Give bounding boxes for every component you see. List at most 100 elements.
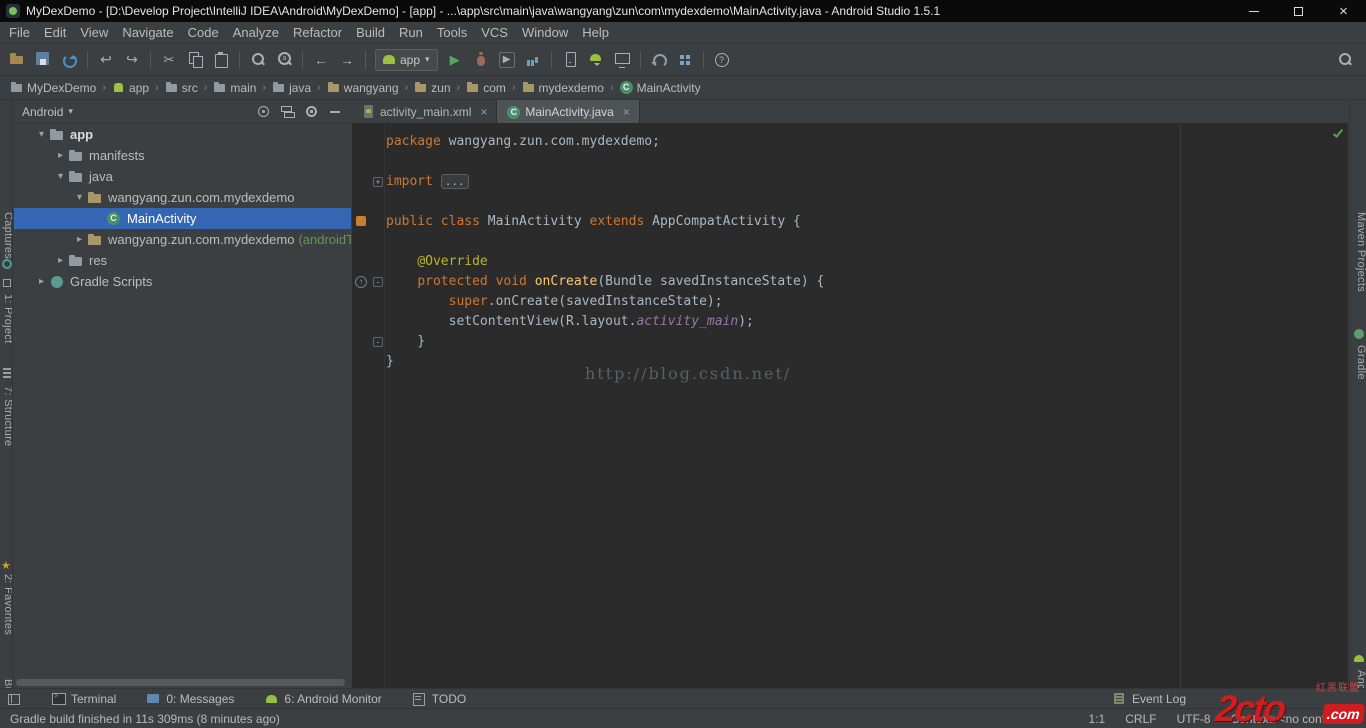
breadcrumb-item-mydexdemo[interactable]: MyDexDemo <box>8 81 98 95</box>
paste-icon[interactable] <box>209 48 233 72</box>
tree-row-wangyang-zun-com-mydexdemo-androidtest[interactable]: ▸wangyang.zun.com.mydexdemo (androidTest… <box>14 229 351 250</box>
project-view-selector[interactable]: Android <box>22 105 63 119</box>
code-line-12[interactable]: } <box>386 352 1348 372</box>
code-line-11[interactable]: } <box>386 332 1348 352</box>
menu-item-run[interactable]: Run <box>392 23 430 42</box>
tab-mainactivity-java[interactable]: MainActivity.java× <box>497 100 640 123</box>
tree-row-res[interactable]: ▸res <box>14 250 351 271</box>
breadcrumb-item-src[interactable]: src <box>163 81 200 95</box>
tree-chevron-icon[interactable]: ▸ <box>72 234 87 245</box>
forward-icon[interactable] <box>335 48 359 72</box>
back-icon[interactable] <box>309 48 333 72</box>
line-separator-indicator[interactable]: CRLF <box>1125 712 1156 726</box>
tool-button-switcher[interactable] <box>6 691 21 706</box>
avd-manager-icon[interactable] <box>558 48 582 72</box>
save-icon[interactable] <box>31 48 55 72</box>
close-icon[interactable]: × <box>623 105 630 119</box>
tree-row-wangyang-zun-com-mydexdemo[interactable]: ▾wangyang.zun.com.mydexdemo <box>14 187 351 208</box>
menu-item-help[interactable]: Help <box>575 23 616 42</box>
editor[interactable]: +--↑ package wangyang.zun.com.mydexdemo;… <box>352 124 1348 688</box>
gradle-sync-icon[interactable] <box>647 48 671 72</box>
fold-marker[interactable]: - <box>373 337 383 347</box>
code-line-10[interactable]: setContentView(R.layout.activity_main); <box>386 312 1348 332</box>
settings-icon[interactable] <box>304 104 319 119</box>
collapse-all-icon[interactable] <box>280 104 295 119</box>
tree-row-manifests[interactable]: ▸manifests <box>14 145 351 166</box>
tool-stripe-button-2-favorites[interactable]: 2: Favorites <box>0 574 13 635</box>
tree-row-mainactivity[interactable]: MainActivity <box>14 208 351 229</box>
menu-item-refactor[interactable]: Refactor <box>286 23 349 42</box>
debug-icon[interactable] <box>469 48 493 72</box>
structure-icon[interactable] <box>1 366 13 378</box>
search-icon[interactable] <box>1333 48 1357 72</box>
close-icon[interactable]: × <box>480 105 487 119</box>
tab-activity-main-xml[interactable]: activity_main.xml× <box>352 100 497 123</box>
device-monitor-icon[interactable] <box>610 48 634 72</box>
tool-stripe-button-build-variants[interactable]: Build Variants <box>0 679 13 688</box>
code-line-9[interactable]: super.onCreate(savedInstanceState); <box>386 292 1348 312</box>
tree-row-java[interactable]: ▾java <box>14 166 351 187</box>
breadcrumb-item-java[interactable]: java <box>270 81 313 95</box>
code-line-5[interactable]: public class MainActivity extends AppCom… <box>386 212 1348 232</box>
tree-row-app[interactable]: ▾app <box>14 124 351 145</box>
maximize-button[interactable] <box>1276 0 1321 22</box>
undo-icon[interactable] <box>94 48 118 72</box>
find-icon[interactable] <box>246 48 270 72</box>
star-icon[interactable] <box>1 559 13 571</box>
project-horizontal-scrollbar[interactable] <box>16 679 345 686</box>
code-area[interactable]: package wangyang.zun.com.mydexdemo;impor… <box>386 132 1348 372</box>
tree-chevron-icon[interactable]: ▸ <box>53 150 68 161</box>
tool-button-event-log[interactable]: Event Log <box>1112 691 1186 706</box>
redo-icon[interactable] <box>120 48 144 72</box>
menu-item-file[interactable]: File <box>2 23 37 42</box>
code-line-2[interactable] <box>386 152 1348 172</box>
profiler-icon[interactable] <box>521 48 545 72</box>
tool-button-6-android-monitor[interactable]: 6: Android Monitor <box>264 691 381 706</box>
minimize-button[interactable] <box>1231 0 1276 22</box>
tool-stripe-button-captures[interactable]: Captures <box>0 212 13 259</box>
context-indicator[interactable]: Context: <no context> <box>1231 712 1348 726</box>
menu-item-edit[interactable]: Edit <box>37 23 73 42</box>
sdk-manager-icon[interactable] <box>584 48 608 72</box>
tool-button-0-messages[interactable]: 0: Messages <box>146 691 234 706</box>
close-button[interactable]: × <box>1321 0 1366 22</box>
breadcrumb-item-com[interactable]: com <box>464 81 508 95</box>
cut-icon[interactable] <box>157 48 181 72</box>
code-line-1[interactable]: package wangyang.zun.com.mydexdemo; <box>386 132 1348 152</box>
menu-item-tools[interactable]: Tools <box>430 23 474 42</box>
tool-stripe-button-1-project[interactable]: 1: Project <box>0 294 13 343</box>
tool-stripe-button-7-structure[interactable]: 7: Structure <box>0 386 13 446</box>
tree-chevron-icon[interactable]: ▾ <box>72 192 87 203</box>
run-config-selector[interactable]: app▾ <box>375 49 438 71</box>
replace-icon[interactable] <box>272 48 296 72</box>
code-line-6[interactable] <box>386 232 1348 252</box>
capture-circle-icon[interactable] <box>1 258 13 270</box>
override-marker-icon[interactable]: ↑ <box>355 276 367 288</box>
menu-item-view[interactable]: View <box>73 23 115 42</box>
copy-icon[interactable] <box>183 48 207 72</box>
code-line-4[interactable] <box>386 192 1348 212</box>
run-icon[interactable] <box>443 48 467 72</box>
breadcrumb-item-main[interactable]: main <box>211 81 258 95</box>
breadcrumb-item-zun[interactable]: zun <box>412 81 452 95</box>
window-icon[interactable] <box>1 277 13 289</box>
fold-marker[interactable]: - <box>373 277 383 287</box>
menu-item-analyze[interactable]: Analyze <box>226 23 286 42</box>
tool-button-todo[interactable]: TODO <box>412 691 466 706</box>
open-icon[interactable] <box>5 48 29 72</box>
menu-item-code[interactable]: Code <box>181 23 226 42</box>
breadcrumb-item-app[interactable]: app <box>110 81 151 95</box>
tree-chevron-icon[interactable]: ▾ <box>34 129 49 140</box>
menu-item-window[interactable]: Window <box>515 23 575 42</box>
tool-stripe-button-gradle[interactable]: Gradle <box>1353 345 1366 380</box>
coverage-icon[interactable] <box>495 48 519 72</box>
android-icon[interactable] <box>1353 652 1365 664</box>
hide-icon[interactable] <box>328 104 343 119</box>
locate-icon[interactable] <box>256 104 271 119</box>
breadcrumb-item-mainactivity[interactable]: MainActivity <box>618 81 703 95</box>
gradle-circle-icon[interactable] <box>1353 328 1365 340</box>
menu-item-navigate[interactable]: Navigate <box>115 23 180 42</box>
tool-button-terminal[interactable]: Terminal <box>51 691 116 706</box>
caret-position-indicator[interactable]: 1:1 <box>1089 712 1106 726</box>
encoding-indicator[interactable]: UTF-8 <box>1177 712 1211 726</box>
